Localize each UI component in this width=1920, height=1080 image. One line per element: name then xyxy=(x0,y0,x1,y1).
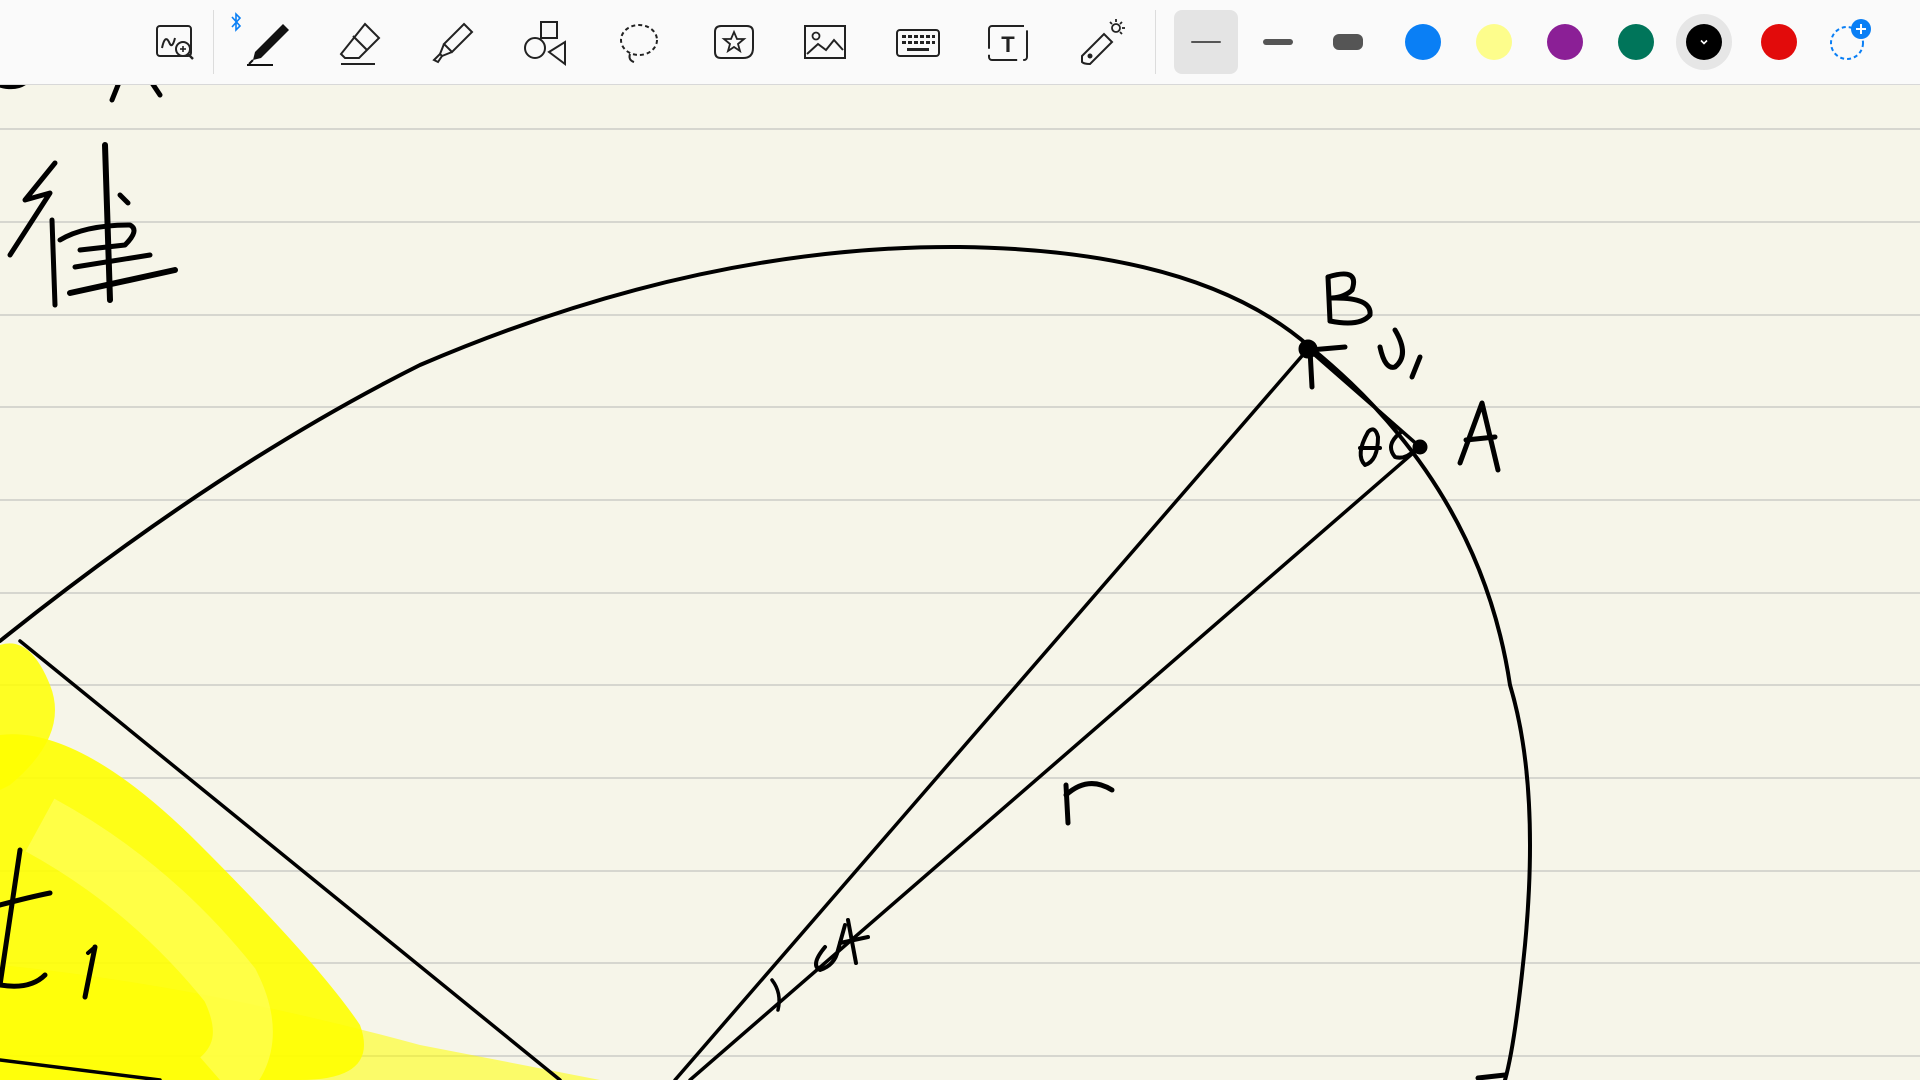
note-canvas[interactable] xyxy=(0,85,1920,1080)
color-green[interactable] xyxy=(1604,10,1668,74)
color-black-dot xyxy=(1686,24,1722,60)
chevron-down-icon xyxy=(1700,39,1708,45)
laser-pointer-icon xyxy=(1081,19,1125,66)
color-red-dot xyxy=(1761,24,1797,60)
zoom-handwriting-icon xyxy=(156,25,194,60)
keyboard-icon xyxy=(896,29,940,57)
stroke-medium-bar xyxy=(1263,39,1293,45)
pen-tool[interactable] xyxy=(238,14,298,72)
lasso-tool[interactable] xyxy=(609,14,669,72)
text-tool[interactable]: T xyxy=(978,14,1038,72)
color-red[interactable] xyxy=(1747,10,1811,74)
keyboard-tool[interactable] xyxy=(888,14,948,72)
pen-icon xyxy=(247,24,289,66)
ruled-paper xyxy=(0,85,1920,1080)
zoom-handwriting-tool[interactable] xyxy=(146,14,206,72)
add-color-button[interactable] xyxy=(1818,10,1882,74)
color-blue-dot xyxy=(1405,24,1441,60)
toolbar-separator xyxy=(213,10,214,74)
toolbar: T xyxy=(0,0,1920,85)
color-yellow-dot xyxy=(1476,24,1512,60)
ruled-lines xyxy=(0,128,1920,1057)
text-tool-glyph: T xyxy=(1001,32,1015,57)
notes-app: T xyxy=(0,0,1920,1080)
highlighter-icon xyxy=(432,22,474,64)
color-purple[interactable] xyxy=(1533,10,1597,74)
shapes-tool[interactable] xyxy=(516,14,576,72)
add-color-icon xyxy=(1830,19,1871,60)
color-black[interactable] xyxy=(1676,14,1732,70)
stroke-thick-bar xyxy=(1333,34,1363,50)
color-purple-dot xyxy=(1547,24,1583,60)
image-tool[interactable] xyxy=(795,14,855,72)
eraser-icon xyxy=(339,22,381,65)
color-blue[interactable] xyxy=(1391,10,1455,74)
highlighter-tool[interactable] xyxy=(423,14,483,72)
eraser-tool[interactable] xyxy=(330,14,390,72)
stroke-width-thin[interactable] xyxy=(1174,10,1238,74)
star-sticker-icon xyxy=(714,25,754,59)
color-yellow[interactable] xyxy=(1462,10,1526,74)
sticker-tool[interactable] xyxy=(702,14,762,72)
text-box-icon: T xyxy=(988,25,1028,61)
stroke-width-thick[interactable] xyxy=(1316,10,1380,74)
stroke-width-medium[interactable] xyxy=(1246,10,1310,74)
stroke-thin-bar xyxy=(1191,41,1221,43)
color-green-dot xyxy=(1618,24,1654,60)
shapes-icon xyxy=(524,21,566,66)
image-icon xyxy=(804,25,846,59)
laser-pointer-tool[interactable] xyxy=(1071,14,1131,72)
lasso-icon xyxy=(620,24,658,63)
yellow-highlight xyxy=(0,643,600,1080)
toolbar-separator xyxy=(1155,10,1156,74)
